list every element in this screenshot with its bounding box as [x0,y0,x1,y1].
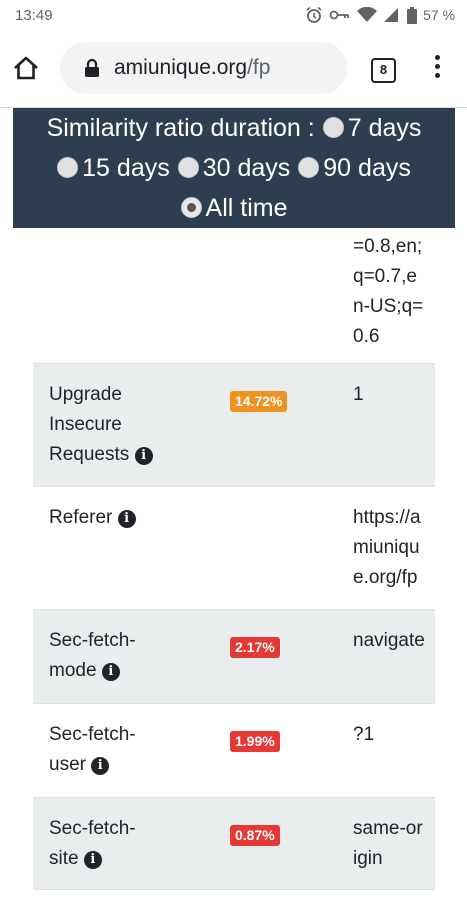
row-name-line: Sec-fetch- [49,724,136,745]
row-name-last-line: site i [49,844,169,874]
row-value: navigate [353,626,429,656]
radio-label-15-days[interactable]: 15 days [82,154,170,183]
radio-label-7-days[interactable]: 7 days [348,114,422,143]
wifi-icon [357,7,378,23]
fingerprint-table: =0.8,en; q=0.7,e n-US;q= 0.6 Upgrade Insecure… [33,228,435,890]
row-name-line: user [49,754,86,775]
vpn-key-icon [329,8,351,22]
ratio-title: Similarity ratio duration : [46,114,315,142]
info-icon[interactable]: i [83,851,102,869]
row-value-line: same-or [353,818,423,839]
row-name-line: Sec-fetch- [49,818,136,839]
radio-30-days[interactable] [177,157,199,178]
status-bar: 13:49 57 % [0,0,467,32]
row-name-line: Insecure [49,414,122,435]
similarity-ratio-panel: Similarity ratio duration : 7 days 15 day… [13,108,455,228]
row-name: Sec-fetch-mode i [49,626,169,686]
row-name: Referer i [49,503,169,533]
row-value: ?1 [353,720,429,750]
row-name-last-line: mode i [49,656,169,686]
url-text[interactable]: amiunique.org/fp [114,56,270,80]
ratio-line-2: 15 days 30 days 90 days [13,154,455,183]
row-name-line: Upgrade [49,384,122,405]
row-value-line: ?1 [353,724,375,745]
lock-icon [84,58,100,78]
home-icon[interactable] [12,54,40,82]
row-name: Upgrade Insecure Requests i [49,380,169,470]
url-domain: amiunique.org [114,56,248,79]
radio-7-days[interactable] [322,117,344,138]
similarity-badge-cell: 14.72% [230,386,288,416]
url-bar[interactable]: amiunique.org/fp [60,42,347,94]
similarity-badge: 1.99% [230,731,280,752]
info-icon[interactable]: i [101,663,120,681]
radio-all-time[interactable] [180,197,202,218]
battery-percent: 57 % [423,7,455,23]
table-row: Upgrade Insecure Requests i 14.72% 1 [33,364,435,487]
row-value-line: miuniqu [353,537,420,558]
row-name-last-line: user i [49,750,169,780]
overflow-menu-icon[interactable] [430,55,444,85]
row-value: 1 [353,380,429,410]
battery-icon [407,6,418,24]
radio-15-days[interactable] [57,157,79,178]
row-name-last-line: Referer i [49,503,169,533]
similarity-badge: 0.87% [230,825,280,846]
info-icon[interactable]: i [117,510,136,528]
radio-label-90-days[interactable]: 90 days [323,154,411,183]
row-value-line: n-US;q= [353,296,424,317]
info-icon[interactable]: i [134,447,153,465]
status-icons: 57 % [305,6,455,24]
row-name: Sec-fetch-user i [49,720,169,780]
row-value-line: 1 [353,384,364,405]
row-value-line: https://a [353,507,421,528]
tabs-icon[interactable]: 8 [371,58,396,83]
table-row: =0.8,en; q=0.7,e n-US;q= 0.6 [33,228,435,364]
ratio-line-3: All time [13,194,455,223]
table-row: Sec-fetch-mode i 2.17% navigate [33,610,435,704]
similarity-badge: 14.72% [230,391,288,412]
row-value: =0.8,en; q=0.7,e n-US;q= 0.6 [353,232,429,352]
row-value-line: navigate [353,630,425,651]
row-value-line: e.org/fp [353,567,418,588]
url-path: /fp [247,56,271,79]
row-value: https://a miuniqu e.org/fp [353,503,429,593]
similarity-badge: 2.17% [230,637,280,658]
table-row: Referer i https://a miuniqu e.org/fp [33,487,435,610]
info-icon[interactable]: i [91,757,110,775]
row-value-line: =0.8,en; [353,236,423,257]
radio-label-30-days[interactable]: 30 days [203,154,291,183]
row-value-line: q=0.7,e [353,266,417,287]
row-value: same-or igin [353,814,429,874]
browser-toolbar: amiunique.org/fp 8 [0,32,467,108]
row-name-line: Requests [49,444,130,465]
row-name-line: Sec-fetch- [49,630,136,651]
table-row: Sec-fetch-site i 0.87% same-or igin [33,798,435,890]
radio-label-all-time[interactable]: All time [206,194,288,223]
row-name-line: mode [49,660,97,681]
row-value-line: 0.6 [353,326,380,347]
status-time: 13:49 [15,7,53,24]
similarity-badge-cell: 1.99% [230,726,280,756]
radio-90-days[interactable] [298,157,320,178]
row-name: Sec-fetch-site i [49,814,169,874]
ratio-line-1: Similarity ratio duration : 7 days [13,114,455,143]
alarm-icon [305,6,323,24]
similarity-badge-cell: 2.17% [230,632,280,662]
row-name-line: Referer [49,507,113,528]
signal-icon [383,7,401,23]
table-row: Sec-fetch-user i 1.99% ?1 [33,704,435,798]
row-name-last-line: Requests i [49,440,169,470]
row-value-line: igin [353,848,383,869]
similarity-badge-cell: 0.87% [230,820,280,850]
row-name-line: site [49,848,79,869]
